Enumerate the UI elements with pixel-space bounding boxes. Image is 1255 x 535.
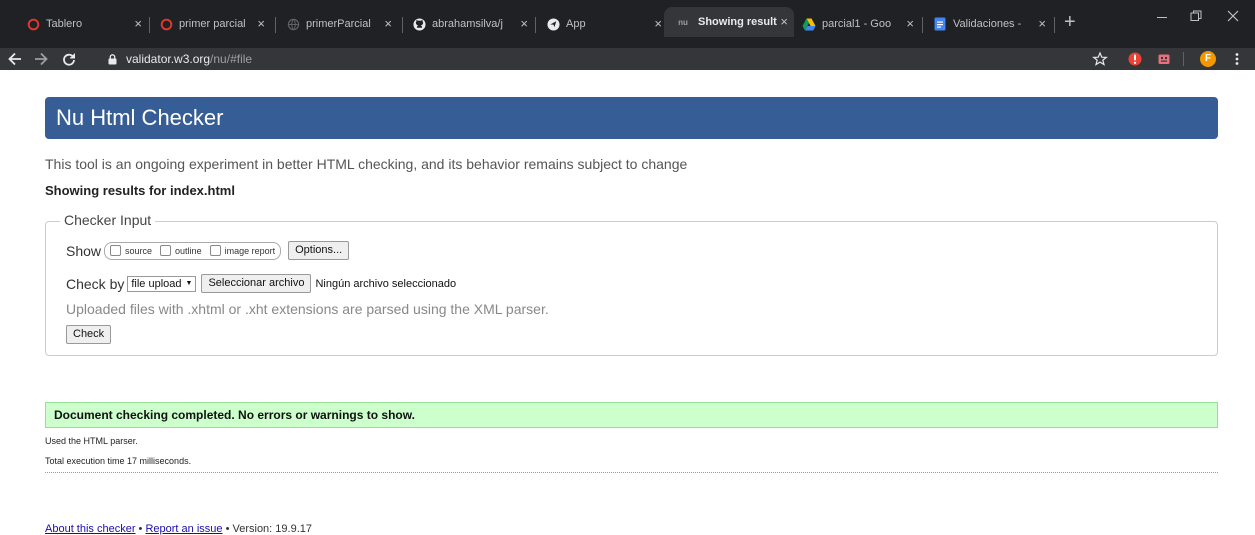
choose-file-button[interactable]: Seleccionar archivo	[201, 274, 312, 293]
github-icon	[412, 17, 426, 31]
close-icon[interactable]: ×	[520, 16, 528, 32]
show-options-group: source outline image report	[104, 241, 282, 260]
new-tab-button[interactable]: +	[1064, 11, 1076, 34]
outline-checkbox[interactable]	[160, 245, 172, 256]
tab-separator	[922, 17, 923, 33]
canvas-icon	[159, 17, 173, 31]
bookmark-star-icon[interactable]	[1092, 51, 1108, 67]
checker-input-legend: Checker Input	[60, 212, 156, 228]
outline-checkbox-label: outline	[175, 245, 202, 256]
check-by-label: Check by	[66, 275, 125, 292]
show-label: Show	[66, 242, 102, 259]
close-icon[interactable]: ×	[780, 14, 788, 30]
profile-avatar[interactable]: F	[1200, 51, 1216, 67]
page-content: Nu Html Checker This tool is an ongoing …	[0, 70, 1255, 535]
parser-note: Used the HTML parser.	[45, 436, 138, 446]
options-button[interactable]: Options...	[288, 241, 350, 260]
show-options-row: Show source outline image report Options…	[66, 241, 350, 260]
tab-github[interactable]: abrahamsilva/j ×	[406, 13, 534, 35]
lock-icon	[108, 53, 118, 65]
close-icon[interactable]: ×	[1038, 16, 1046, 32]
about-checker-link[interactable]: About this checker	[45, 523, 136, 535]
tab-separator	[535, 17, 536, 33]
check-row: Check	[66, 325, 112, 344]
tab-title: App	[566, 18, 586, 30]
minimize-icon[interactable]	[1157, 10, 1167, 26]
version-text: Version: 19.9.17	[232, 523, 312, 535]
report-issue-link[interactable]: Report an issue	[145, 523, 222, 535]
tab-separator	[149, 17, 150, 33]
no-file-selected-text: Ningún archivo seleccionado	[315, 277, 457, 290]
close-icon[interactable]: ×	[654, 16, 662, 32]
window-close-icon[interactable]	[1227, 9, 1239, 25]
image-report-checkbox-label: image report	[224, 245, 276, 256]
footer: About this checker • Report an issue • V…	[45, 523, 312, 535]
extension-puzzle-icon[interactable]	[1156, 51, 1172, 67]
url-host: validator.w3.org	[126, 52, 211, 66]
results-heading: Showing results for index.html	[45, 183, 235, 198]
page-title-banner: Nu Html Checker	[45, 97, 1218, 139]
footer-separator: •	[135, 523, 146, 535]
image-report-checkbox[interactable]	[209, 245, 221, 256]
tab-title: Validaciones -	[953, 18, 1022, 30]
tab-separator	[1054, 17, 1055, 33]
success-message: Document checking completed. No errors o…	[45, 402, 1218, 428]
dotted-divider	[45, 472, 1218, 473]
source-checkbox-label: source	[125, 245, 153, 256]
xml-parser-hint: Uploaded files with .xhtml or .xht exten…	[66, 301, 549, 317]
globe-icon	[546, 17, 560, 31]
execution-time: Total execution time 17 milliseconds.	[45, 456, 192, 466]
tab-validaciones[interactable]: Validaciones - ×	[927, 13, 1052, 35]
drive-icon	[802, 17, 816, 31]
browser-tab-strip: Tablero × primer parcial × primerParcial…	[0, 0, 1255, 48]
close-icon[interactable]: ×	[906, 16, 914, 32]
footer-separator: •	[222, 523, 233, 535]
source-checkbox[interactable]	[110, 245, 122, 256]
dropdown-arrow-icon: ▼	[185, 280, 193, 287]
tab-app[interactable]: App ×	[540, 13, 668, 35]
extension-shield-icon[interactable]	[1127, 51, 1143, 67]
tab-tablero[interactable]: Tablero ×	[20, 13, 148, 35]
tab-title: parcial1 - Goo	[822, 18, 892, 30]
tab-title: abrahamsilva/j	[432, 18, 503, 30]
docs-icon	[933, 17, 947, 31]
tab-primerparcial[interactable]: primerParcial ×	[280, 13, 398, 35]
globe-icon	[286, 17, 300, 31]
tab-parcial1-drive[interactable]: parcial1 - Goo ×	[796, 13, 920, 35]
tab-primer-parcial[interactable]: primer parcial ×	[153, 13, 271, 35]
tab-showing-results[interactable]: nu Showing result ×	[664, 7, 794, 37]
browser-toolbar: validator.w3.org/nu/#file F	[0, 48, 1255, 70]
url-path: /nu/#file	[210, 52, 253, 66]
check-button[interactable]: Check	[66, 325, 112, 344]
toolbar-divider	[1183, 52, 1184, 66]
restore-icon[interactable]	[1190, 9, 1202, 25]
tab-separator	[275, 17, 276, 33]
close-icon[interactable]: ×	[257, 16, 265, 32]
nu-icon: nu	[678, 17, 688, 27]
check-by-row: Check by file upload ▼ Seleccionar archi…	[66, 274, 456, 293]
close-icon[interactable]: ×	[384, 16, 392, 32]
tab-title: Tablero	[46, 18, 83, 30]
address-bar[interactable]: validator.w3.org/nu/#file	[108, 49, 1123, 69]
tab-separator	[402, 17, 403, 33]
menu-kebab-icon[interactable]	[1234, 51, 1250, 67]
check-by-value: file upload	[131, 277, 182, 290]
intro-text: This tool is an ongoing experiment in be…	[45, 156, 688, 172]
canvas-icon	[26, 17, 40, 31]
check-by-select[interactable]: file upload ▼	[127, 275, 197, 292]
close-icon[interactable]: ×	[134, 16, 142, 32]
